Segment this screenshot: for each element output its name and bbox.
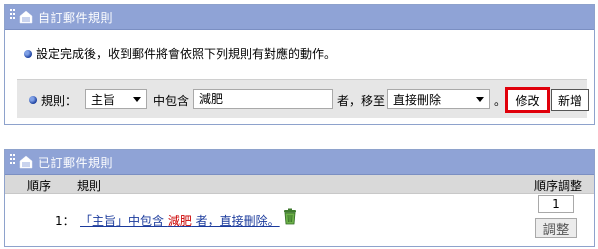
order-input[interactable]: 1 <box>538 195 574 213</box>
keyword-input[interactable]: 減肥 <box>193 89 333 109</box>
bullet-icon <box>24 49 32 58</box>
rule-label: 規則： <box>41 93 78 108</box>
field-select[interactable]: 主旨 <box>85 89 147 109</box>
rule-prefix: 「主旨」中包含 <box>80 214 168 228</box>
rule-keyword: 減肥 <box>167 214 192 228</box>
custom-rule-panel: 自訂郵件規則 設定完成後，收到郵件將會依照下列規則有對應的動作。 規則： 主旨 … <box>4 4 595 125</box>
contains-label: 中包含 <box>153 94 190 108</box>
adjust-button[interactable]: 調整 <box>535 218 577 238</box>
trash-icon[interactable] <box>283 208 297 225</box>
period-text: 。 <box>494 94 507 108</box>
rule-order-number: 1： <box>55 214 75 228</box>
custom-rule-header: 自訂郵件規則 <box>5 5 594 30</box>
add-button[interactable]: 新增 <box>551 89 589 111</box>
action-select[interactable]: 直接刪除 <box>387 89 490 109</box>
chevron-down-icon[interactable] <box>133 96 141 102</box>
mail-folder-icon <box>19 155 33 169</box>
action-select-value: 直接刪除 <box>393 92 442 107</box>
rule-link[interactable]: 「主旨」中包含 減肥 者，直接刪除。 <box>80 212 280 229</box>
panel-title: 已訂郵件規則 <box>38 155 114 170</box>
column-order: 順序 <box>27 179 52 193</box>
subscribed-rules-panel: 已訂郵件規則 順序 規則 順序調整 1： 「主旨」中包含 減肥 者，直接刪除。 … <box>4 149 595 247</box>
drag-grip-icon[interactable] <box>10 9 16 19</box>
rule-suffix: 者，直接刪除。 <box>191 214 280 228</box>
subscribed-rules-header: 已訂郵件規則 <box>5 150 594 175</box>
description-text: 設定完成後，收到郵件將會依照下列規則有對應的動作。 <box>36 47 337 61</box>
chevron-down-icon[interactable] <box>476 96 484 102</box>
rule-description: 設定完成後，收到郵件將會依照下列規則有對應的動作。 <box>24 45 336 62</box>
drag-grip-icon[interactable] <box>10 154 16 164</box>
mail-folder-icon <box>19 10 33 24</box>
field-select-value: 主旨 <box>91 92 116 107</box>
bullet-icon <box>29 96 37 104</box>
rule-label-group: 規則： <box>29 89 77 111</box>
column-adjust: 順序調整 <box>534 179 583 193</box>
panel-title: 自訂郵件規則 <box>38 10 114 25</box>
move-to-label: 者，移至 <box>337 94 386 108</box>
column-rule: 規則 <box>77 179 102 193</box>
column-header-row: 順序 規則 順序調整 <box>5 175 594 194</box>
modify-button[interactable]: 修改 <box>505 87 550 113</box>
rule-editor-bar: 規則： 主旨 中包含 減肥 者，移至 直接刪除 。 修改 新增 <box>17 79 589 118</box>
